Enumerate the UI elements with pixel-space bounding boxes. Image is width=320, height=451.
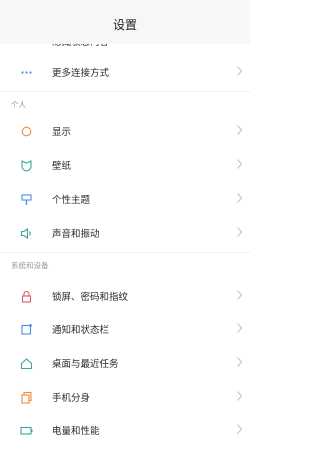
divider: [0, 252, 250, 253]
settings-item-second-space[interactable]: 手机分身: [0, 380, 250, 414]
shield-icon: [21, 160, 32, 172]
settings-item-label: 桌面与最近任务: [52, 359, 119, 370]
settings-item-label: 手机分身: [52, 393, 91, 404]
settings-item-wallpaper[interactable]: 壁纸: [0, 148, 250, 182]
settings-item-label: 更多连接方式: [52, 68, 110, 79]
notification-icon: [21, 324, 32, 335]
settings-item-label: 壁纸: [52, 161, 72, 172]
settings-item-battery[interactable]: 电量和性能: [0, 413, 250, 447]
settings-item-label: 锁屏、密码和指纹: [52, 292, 129, 303]
speaker-icon: [20, 227, 31, 240]
chevron-right-icon: [237, 424, 243, 434]
chevron-right-icon: [237, 125, 243, 135]
settings-item-label: 电量和性能: [52, 426, 100, 437]
settings-item-label: 通知和状态栏: [52, 325, 110, 336]
settings-item-sound[interactable]: 声音和振动: [0, 216, 250, 250]
settings-item-label: 声音和振动: [52, 229, 100, 240]
chevron-right-icon: [237, 323, 243, 333]
settings-item-label: 个性主题: [52, 195, 91, 206]
settings-item-label: 显示: [52, 127, 72, 138]
section-header-personal: 个人: [11, 100, 26, 109]
sun-icon: [21, 126, 32, 137]
chevron-right-icon: [237, 290, 243, 300]
lock-icon: [21, 290, 32, 303]
title-bar: 设置: [0, 0, 250, 44]
battery-icon: [20, 426, 33, 435]
more-dots-icon: [21, 71, 32, 74]
settings-item-more-connections[interactable]: 更多连接方式: [0, 55, 250, 89]
settings-item-display[interactable]: 显示: [0, 114, 250, 148]
chevron-right-icon: [237, 66, 243, 76]
chevron-right-icon: [237, 391, 243, 401]
section-header-system: 系统和设备: [11, 261, 49, 270]
clone-icon: [21, 391, 32, 404]
brush-icon: [21, 194, 32, 205]
settings-item-home-screen[interactable]: 桌面与最近任务: [0, 346, 250, 380]
settings-item-notifications[interactable]: 通知和状态栏: [0, 312, 250, 346]
settings-item-theme[interactable]: 个性主题: [0, 182, 250, 216]
chevron-right-icon: [237, 193, 243, 203]
chevron-right-icon: [237, 357, 243, 367]
home-icon: [20, 358, 33, 370]
settings-item-lockscreen[interactable]: 锁屏、密码和指纹: [0, 279, 250, 313]
chevron-right-icon: [237, 227, 243, 237]
page-title: 设置: [112, 18, 137, 32]
divider: [0, 91, 250, 92]
chevron-right-icon: [237, 159, 243, 169]
